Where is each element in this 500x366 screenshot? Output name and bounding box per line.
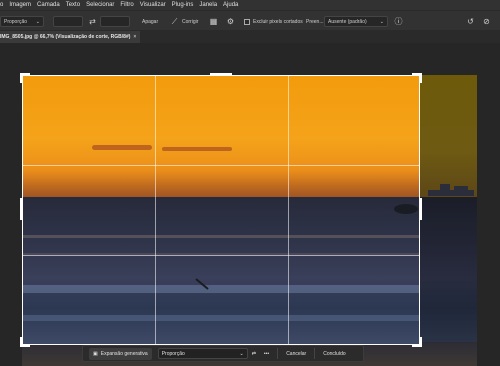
fill-select-value: Ausente (padrão) [328,18,367,25]
menu-item-view[interactable]: Visualizar [140,2,166,8]
menu-bar: o Imagem Camada Texto Selecionar Filtro … [0,0,500,10]
crop-handle-left[interactable] [20,198,23,220]
outside-crop-area [420,75,477,345]
grid-overlay-icon[interactable]: ▦ [209,17,218,26]
crop-handle-bottom-right[interactable] [412,337,422,347]
checkbox-icon [244,18,250,25]
crop-handle-right[interactable] [419,198,422,220]
crop-handle-top-right[interactable] [412,73,422,83]
context-ratio-select[interactable]: Proporção ⌄ [157,348,248,359]
delete-cropped-label: Excluir pixels cortados [253,18,303,25]
straighten-icon[interactable]: ⟋ [170,17,179,26]
menu-item-image[interactable]: Imagem [9,2,31,8]
document-tab-bar: IMG_8505.jpg @ 66,7% (Visualização de co… [0,31,500,43]
menu-item-type[interactable]: Texto [66,2,80,8]
options-bar: Proporção ⌄ ⇄ Apagar ⟋ Corrigir ▦ ⚙ Excl… [0,10,500,31]
clear-button[interactable]: Apagar [142,16,158,27]
chevron-down-icon: ⌄ [35,18,40,25]
straighten-label: Corrigir [182,18,199,25]
sea-dimmed [420,197,477,345]
done-button[interactable]: Concluído [319,348,350,360]
menu-item-file[interactable]: o [0,2,3,8]
contextual-task-bar: ▣ Expansão generativa Proporção ⌄ ⇄ ••• … [82,345,364,362]
crop-handle-top-left[interactable] [20,73,30,83]
menu-item-filter[interactable]: Filtro [120,2,133,8]
straighten-button[interactable]: Corrigir [182,16,198,27]
context-ratio-value: Proporção [161,350,185,357]
more-options-button[interactable]: ••• [260,348,273,360]
clear-label: Apagar [142,18,159,25]
crop-handle-top[interactable] [210,73,232,76]
chevron-down-icon: ⌄ [239,350,244,357]
menu-item-layer[interactable]: Camada [37,2,60,8]
height-field[interactable] [100,16,130,27]
generative-expand-label: Expansão generativa [100,350,148,357]
chevron-down-icon: ⌄ [379,18,384,25]
gear-icon[interactable]: ⚙ [226,17,235,26]
cancel-button[interactable]: Cancelar [282,348,310,360]
generative-expand-button[interactable]: ▣ Expansão generativa [89,347,152,360]
close-icon[interactable]: × [133,34,136,40]
divider [314,348,316,359]
fill-label: Preen... [306,18,324,25]
width-field[interactable] [53,16,83,27]
menu-item-help[interactable]: Ajuda [223,2,238,8]
delete-cropped-checkbox[interactable]: Excluir pixels cortados [244,16,303,27]
document-tab[interactable]: IMG_8505.jpg @ 66,7% (Visualização de co… [0,31,140,43]
ship-silhouette [428,184,474,196]
menu-item-select[interactable]: Selecionar [86,2,114,8]
image-icon: ▣ [93,350,98,357]
menu-item-plugins[interactable]: Plug-ins [172,2,194,8]
crop-handle-bottom-left[interactable] [20,337,30,347]
document-tab-title: IMG_8505.jpg @ 66,7% (Visualização de co… [0,34,131,40]
swap-icon[interactable]: ⇄ [88,17,97,26]
menu-item-window[interactable]: Janela [199,2,217,8]
crop-box[interactable] [22,75,420,345]
swap-dimensions-icon[interactable]: ⇄ [248,348,260,360]
ratio-select[interactable]: Proporção ⌄ [0,16,44,27]
reset-icon[interactable]: ↺ [466,17,475,26]
info-icon[interactable]: ⓘ [394,17,403,26]
ratio-select-value: Proporção [4,18,28,25]
divider [277,348,279,359]
cancel-icon[interactable]: ⊘ [482,17,491,26]
fill-select[interactable]: Ausente (padrão) ⌄ [324,16,388,27]
